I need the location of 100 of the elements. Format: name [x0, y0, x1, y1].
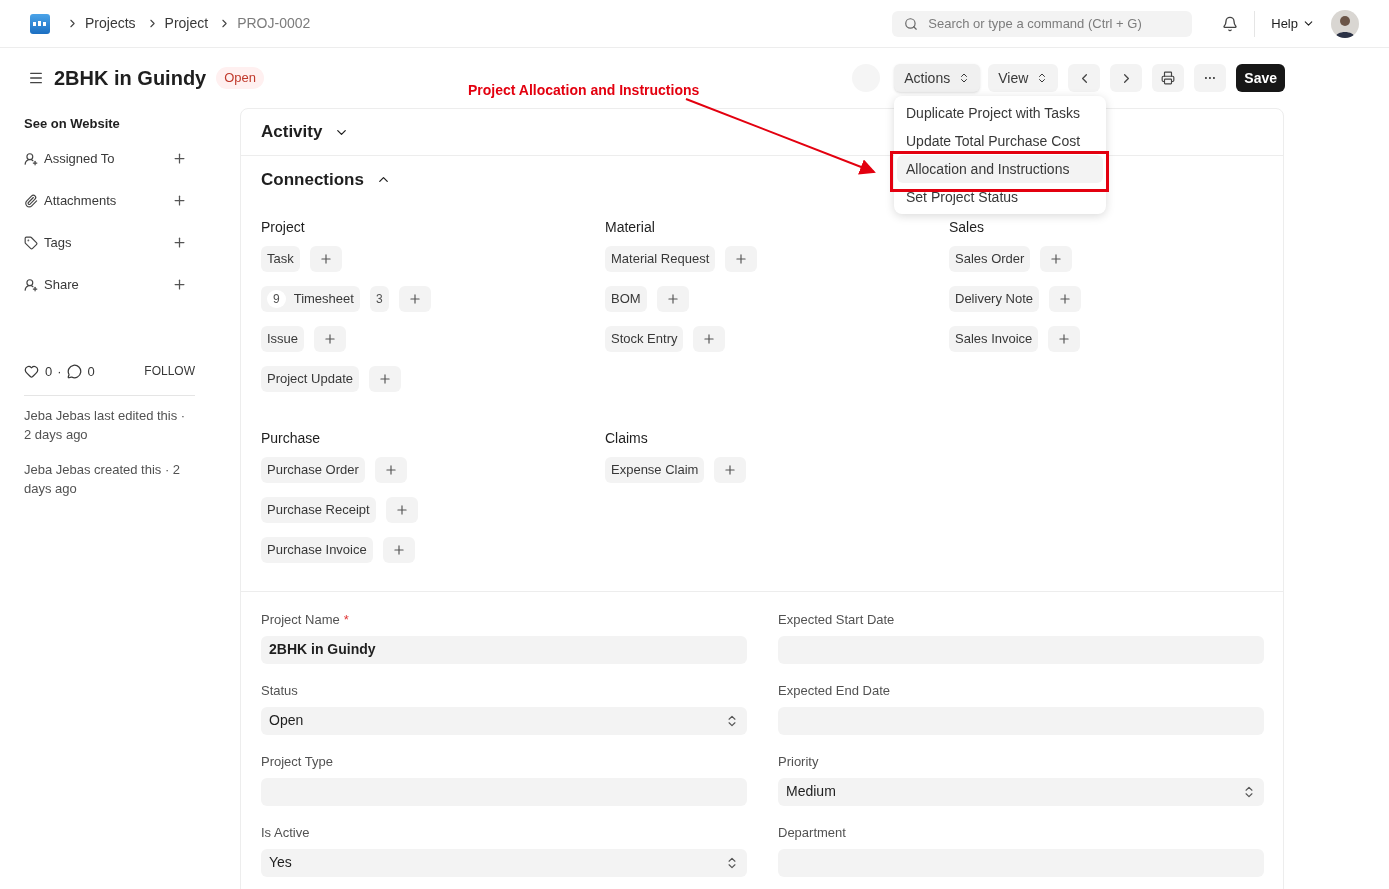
menu-item[interactable]: Duplicate Project with Tasks — [897, 99, 1103, 127]
add-button[interactable] — [725, 246, 758, 272]
next-button[interactable] — [1110, 64, 1143, 92]
app-logo[interactable] — [30, 13, 50, 34]
add-button[interactable] — [382, 537, 415, 563]
sidebar-icon — [24, 151, 38, 166]
plus-icon — [702, 332, 717, 346]
comment-icon[interactable] — [66, 363, 82, 379]
actions-button[interactable]: Actions — [894, 64, 981, 92]
comment-count: 0 — [87, 362, 95, 381]
breadcrumb-link[interactable]: Projects — [85, 13, 136, 34]
select-field[interactable]: Medium — [778, 777, 1264, 806]
chip-label: Timesheet — [293, 290, 354, 309]
add-button[interactable] — [1049, 286, 1082, 312]
chip-label: Sales Order — [955, 250, 1025, 269]
connection-chip[interactable]: Expense Claim — [605, 457, 705, 483]
connection-chip[interactable]: Sales Invoice — [949, 326, 1039, 352]
field-label: Priority — [778, 753, 819, 771]
chip-label: Task — [267, 250, 294, 269]
add-icon[interactable] — [172, 151, 187, 166]
group-heading: Purchase — [261, 429, 322, 448]
plus-icon — [391, 543, 406, 557]
notification-bell-icon[interactable] — [1222, 15, 1239, 32]
field-label: Status — [261, 682, 298, 700]
add-button[interactable] — [385, 497, 418, 523]
connection-chip[interactable]: Purchase Order — [261, 457, 365, 483]
avatar[interactable] — [1331, 9, 1359, 38]
sidebar-icon — [24, 235, 38, 250]
connection-chip[interactable]: 9 Timesheet — [261, 286, 360, 312]
add-button[interactable] — [369, 366, 401, 392]
sidebar-item[interactable]: Tags — [44, 232, 72, 253]
chip-label: Sales Invoice — [955, 330, 1033, 349]
like-count: 0 — [45, 362, 53, 381]
menu-item[interactable]: Update Total Purchase Cost — [897, 127, 1103, 155]
menu-item[interactable]: Allocation and Instructions — [897, 155, 1103, 183]
plus-icon — [1058, 292, 1073, 306]
add-button[interactable] — [693, 326, 726, 352]
connection-chip[interactable]: Delivery Note — [949, 286, 1040, 312]
count-badge: 9 — [267, 290, 286, 308]
connection-chip[interactable]: Sales Order — [949, 246, 1031, 272]
menu-icon[interactable] — [28, 70, 44, 86]
connection-chip[interactable]: Stock Entry — [605, 326, 684, 352]
follow-link[interactable]: FOLLOW — [144, 362, 195, 381]
field-value: Yes — [269, 853, 292, 872]
connection-chip[interactable]: Issue — [261, 326, 305, 352]
connection-chip[interactable]: BOM — [605, 286, 647, 312]
add-button[interactable] — [314, 326, 347, 352]
sidebar-item[interactable]: Share — [44, 274, 79, 295]
more-button[interactable]: ··· — [1194, 64, 1227, 92]
add-icon[interactable] — [172, 193, 187, 208]
add-icon[interactable] — [172, 277, 187, 292]
website-link[interactable]: See on Website — [24, 114, 195, 134]
breadcrumb-link[interactable]: PROJ-0002 — [237, 13, 311, 34]
sidebar-icon — [24, 277, 38, 292]
input-field[interactable]: 2BHK in Guindy — [261, 635, 747, 664]
plus-icon — [1057, 332, 1072, 346]
sidebar-item[interactable]: Attachments — [44, 190, 117, 211]
add-button[interactable] — [374, 457, 407, 483]
chip-label: Delivery Note — [955, 290, 1034, 309]
field-value: Open — [269, 711, 304, 730]
required-mark: * — [343, 611, 349, 629]
plus-icon — [734, 252, 749, 266]
status-badge: Open — [216, 67, 265, 89]
select-field[interactable]: Yes — [261, 848, 747, 877]
add-button[interactable] — [398, 286, 431, 312]
add-button[interactable] — [656, 286, 689, 312]
add-button[interactable] — [1048, 326, 1081, 352]
chip-label: Issue — [267, 330, 299, 349]
plus-icon — [1049, 252, 1064, 266]
menu-item[interactable]: Set Project Status — [897, 183, 1103, 211]
previous-button[interactable] — [1068, 64, 1101, 92]
save-button[interactable]: Save — [1236, 64, 1285, 92]
add-button[interactable] — [1040, 246, 1073, 272]
add-icon[interactable] — [172, 235, 187, 250]
field-value: Medium — [786, 782, 836, 801]
connection-chip[interactable]: Purchase Receipt — [261, 497, 376, 523]
search-field[interactable]: Search or type a command (Ctrl + G) — [892, 10, 1193, 37]
section-heading[interactable]: Connections — [261, 166, 391, 193]
breadcrumb-link[interactable]: Project — [164, 13, 209, 34]
group-heading: Sales — [949, 218, 986, 237]
print-button[interactable] — [1152, 64, 1185, 92]
group-heading: Material — [605, 218, 656, 237]
connection-chip[interactable]: Purchase Invoice — [261, 537, 373, 563]
add-button[interactable] — [714, 457, 747, 483]
sidebar-item[interactable]: Assigned To — [44, 148, 115, 169]
connection-chip[interactable]: Project Update — [261, 366, 359, 392]
view-button[interactable]: View — [988, 64, 1059, 92]
chip-label: Project Update — [267, 370, 353, 389]
section-heading[interactable]: Activity — [261, 119, 350, 145]
plus-icon — [665, 292, 680, 306]
like-icon[interactable] — [24, 363, 39, 379]
add-button[interactable] — [309, 246, 342, 272]
help-menu[interactable]: Help — [1271, 13, 1315, 34]
chip-label: BOM — [611, 290, 641, 309]
select-field[interactable]: Open — [261, 706, 747, 735]
connection-chip[interactable]: Material Request — [605, 246, 716, 272]
annotation-label: Project Allocation and Instructions — [468, 81, 700, 100]
connection-chip[interactable]: Task — [261, 246, 300, 272]
group-heading: Claims — [605, 429, 649, 448]
field-label: Expected End Date — [778, 682, 891, 700]
